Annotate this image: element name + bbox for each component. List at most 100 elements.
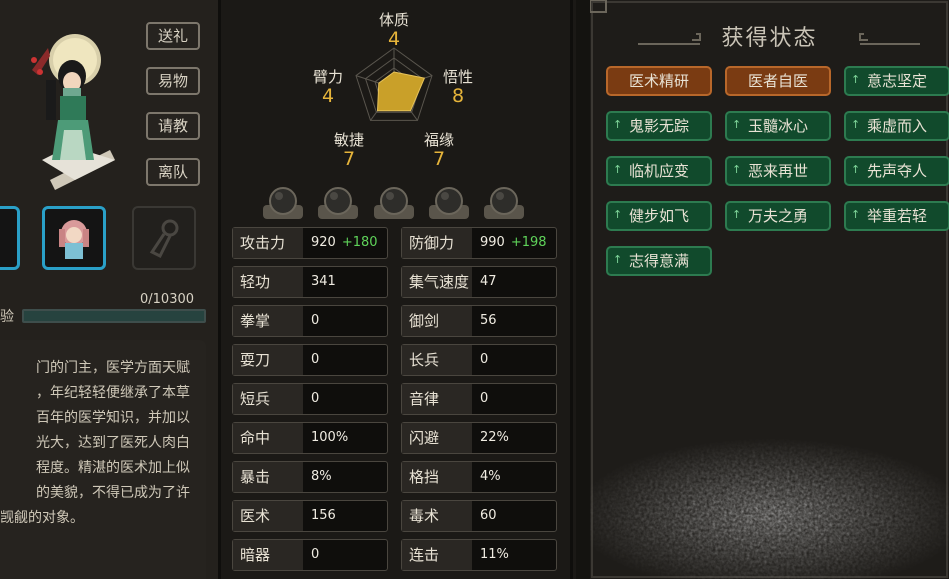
status-tag-label: 医术精研: [628, 72, 689, 90]
stat-name: 连击: [402, 540, 472, 570]
empty-slot-icon: [149, 219, 179, 259]
status-tag[interactable]: ↑ 临机应变: [606, 156, 712, 186]
party-member-icon: [59, 220, 89, 259]
stat-value: 341: [311, 267, 336, 297]
up-arrow-icon: ↑: [613, 253, 623, 266]
stat-value: 60: [480, 501, 497, 531]
party-slot-1[interactable]: [0, 206, 20, 270]
stat-name: 医术: [233, 501, 303, 531]
stat-value-number: 0: [480, 391, 489, 406]
status-tag[interactable]: ↑ 万夫之勇: [725, 201, 831, 231]
stat-name: 闪避: [402, 423, 472, 453]
bio-line: 百年的医学知识，并加以: [36, 410, 190, 426]
status-tag-label: 举重若轻: [866, 207, 927, 225]
status-tag-label: 意志坚定: [866, 72, 927, 90]
stat-row: 御剑 56: [401, 305, 557, 337]
status-tag-label: 医者自医: [747, 72, 808, 90]
attr-comprehension-value: 8: [451, 85, 465, 107]
stat-row: 轻功 341: [232, 266, 388, 298]
party-slot-2[interactable]: [42, 206, 106, 270]
status-tag[interactable]: ↑ 乘虚而入: [844, 111, 949, 141]
stat-row: 格挡 4%: [401, 461, 557, 493]
stat-row: 暴击 8%: [232, 461, 388, 493]
stat-value-number: 4%: [480, 469, 501, 484]
stat-value: 100%: [311, 423, 348, 453]
xp-value: 0/10300: [140, 292, 195, 307]
status-tag-label: 健步如飞: [628, 207, 689, 225]
stat-row: 暗器 0: [232, 539, 388, 571]
stat-value: 920 +180: [311, 228, 378, 258]
attr-agility-label: 敏捷: [333, 131, 364, 149]
stat-value-number: 990: [480, 235, 505, 250]
panel-frame: [576, 0, 590, 579]
equipment-slot-ball-icon[interactable]: [481, 183, 527, 223]
equipment-slot-ball-icon[interactable]: [315, 183, 361, 223]
stat-value-number: 60: [480, 508, 497, 523]
equipment-slot-ball-icon[interactable]: [371, 183, 417, 223]
gift-button[interactable]: 送礼: [146, 22, 200, 50]
stat-name: 轻功: [233, 267, 303, 297]
stat-value: 0: [480, 384, 488, 414]
stat-name: 集气速度: [402, 267, 472, 297]
stat-value-number: 156: [311, 508, 336, 523]
status-tag-label: 万夫之勇: [747, 207, 808, 225]
status-tag-label: 恶来再世: [747, 162, 808, 180]
status-tag[interactable]: ↑ 健步如飞: [606, 201, 712, 231]
up-arrow-icon: ↑: [851, 118, 861, 131]
stat-value: 56: [480, 306, 497, 336]
stat-bonus: +180: [341, 235, 378, 250]
stat-value: 8%: [311, 462, 332, 492]
stat-name: 耍刀: [233, 345, 303, 375]
consult-button[interactable]: 请教: [146, 112, 200, 140]
stat-name: 毒术: [402, 501, 472, 531]
attr-agility-value: 7: [342, 148, 356, 170]
stat-name: 短兵: [233, 384, 303, 414]
status-tag[interactable]: ↑ 玉髓冰心: [725, 111, 831, 141]
party-slot-empty[interactable]: [132, 206, 196, 270]
up-arrow-icon: ↑: [732, 163, 742, 176]
status-tag[interactable]: ↑ 志得意满: [606, 246, 712, 276]
status-tag-label: 玉髓冰心: [747, 117, 808, 135]
radar-value-shape: [376, 71, 426, 112]
stat-row: 防御力 990 +198: [401, 227, 557, 259]
stat-value: 0: [311, 345, 319, 375]
attribute-radar: [355, 47, 433, 121]
stat-name: 攻击力: [233, 228, 303, 258]
stat-value: 0: [311, 306, 319, 336]
attr-constitution-value: 4: [387, 28, 401, 50]
stat-row: 连击 11%: [401, 539, 557, 571]
status-tag-label: 乘虚而入: [866, 117, 927, 135]
up-arrow-icon: ↑: [613, 163, 623, 176]
bio-line: ，年纪轻轻便继承了本草: [36, 385, 190, 401]
attr-strength-label: 臂力: [312, 68, 343, 86]
status-tag[interactable]: 医者自医: [725, 66, 831, 96]
up-arrow-icon: ↑: [851, 73, 861, 86]
stat-value: 0: [311, 540, 319, 570]
status-tag-label: 临机应变: [628, 162, 689, 180]
status-tag[interactable]: ↑ 举重若轻: [844, 201, 949, 231]
status-tag[interactable]: ↑ 意志坚定: [844, 66, 949, 96]
attr-constitution-label: 体质: [378, 11, 409, 29]
equipment-slot-ball-icon[interactable]: [426, 183, 472, 223]
stat-name: 防御力: [402, 228, 472, 258]
up-arrow-icon: ↑: [613, 208, 623, 221]
stat-value-number: 56: [480, 313, 497, 328]
stat-name: 格挡: [402, 462, 472, 492]
equipment-slot-ball-icon[interactable]: [260, 183, 306, 223]
stat-value: 0: [480, 345, 488, 375]
bio-line: 的美貌，不得已成为了许: [36, 485, 190, 501]
stat-name: 长兵: [402, 345, 472, 375]
character-portrait: [31, 34, 115, 190]
status-tag[interactable]: ↑ 鬼影无踪: [606, 111, 712, 141]
status-tag[interactable]: 医术精研: [606, 66, 712, 96]
stat-name: 音律: [402, 384, 472, 414]
trade-button[interactable]: 易物: [146, 67, 200, 95]
stat-value-number: 341: [311, 274, 336, 289]
up-arrow-icon: ↑: [851, 163, 861, 176]
stat-value: 22%: [480, 423, 509, 453]
leave-party-button[interactable]: 离队: [146, 158, 200, 186]
status-tag[interactable]: ↑ 先声夺人: [844, 156, 949, 186]
status-tag[interactable]: ↑ 恶来再世: [725, 156, 831, 186]
stat-name: 暴击: [233, 462, 303, 492]
divider: [570, 0, 573, 579]
